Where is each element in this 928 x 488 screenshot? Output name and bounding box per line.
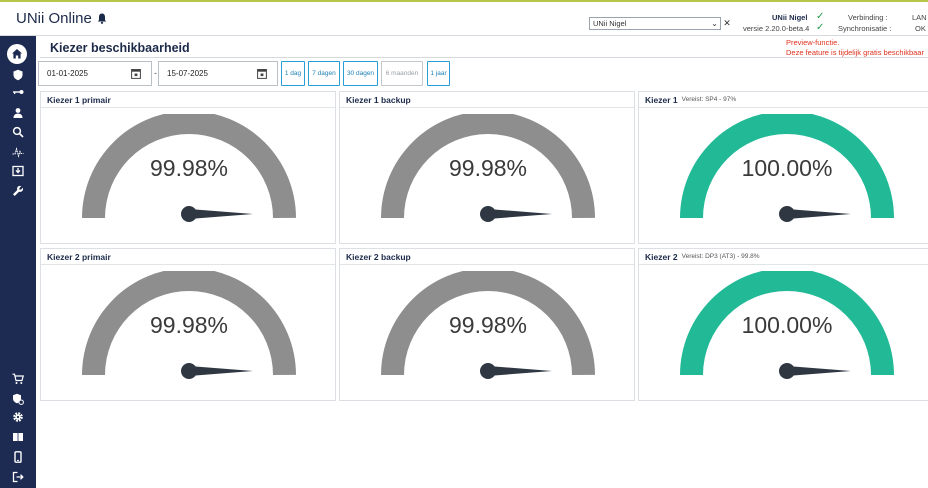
card-subtitle: Vereist: DP3 (AT3) - 99.8% [681,253,760,260]
version-status-check-icon: ✓ [816,22,825,33]
gauge-needle [787,366,851,376]
date-to-input[interactable]: 15-07-2025 [158,61,278,86]
card-header: Kiezer 1 primair [41,92,335,108]
card-header: Kiezer 2 Vereist: DP3 (AT3) - 99.8% [639,249,928,265]
gauge-value-label: 99.98% [449,155,527,181]
site-name: UNii Nigel [772,13,808,22]
activity-icon[interactable] [9,144,27,160]
gauge-value-label: 99.98% [150,312,228,338]
gauge-needle [787,209,851,219]
card-title: Kiezer 1 backup [346,94,411,105]
card-title: Kiezer 1 primair [47,94,111,105]
cart-icon[interactable] [9,371,27,387]
connection-label: Verbinding : [848,13,888,22]
user-icon[interactable] [9,105,27,121]
gauge-chart: 99.98% [82,271,296,379]
range-1-year-button[interactable]: 1 jaar [427,61,450,86]
gauge-needle-hub [779,363,795,379]
gauge-value-label: 100.00% [742,312,833,338]
home-icon[interactable] [7,44,27,64]
connection-value: LAN [912,13,927,22]
search-icon[interactable] [9,124,27,140]
card-title: Kiezer 2 primair [47,251,111,262]
gauge-chart: 99.98% [82,114,296,222]
logout-icon[interactable] [9,469,27,485]
calendar-icon[interactable] [131,68,141,79]
preview-notice-text: Deze feature is tijdelijk gratis beschik… [786,48,924,57]
sidebar [0,36,36,488]
gauge-chart: 99.98% [381,271,595,379]
card-header: Kiezer 1 Vereist: SP4 - 97% [639,92,928,108]
gauge-card: Kiezer 1 backup 99.98% [339,91,635,244]
gauge-card: Kiezer 2 primair 99.98% [40,248,336,401]
card-header: Kiezer 1 backup [340,92,634,108]
card-title: Kiezer 2 [645,251,678,262]
clear-site-button[interactable]: ✕ [722,18,732,28]
gauge-card: Kiezer 1 primair 99.98% [40,91,336,244]
app-title: UNii Online [16,10,92,27]
date-from-value: 01-01-2025 [47,69,88,78]
shield-settings-icon[interactable] [9,391,27,407]
gear-icon[interactable] [9,409,27,425]
divider [40,57,928,58]
top-bar: UNii Online UNii Nigel ⌄ ✕ UNii Nigel ve… [0,2,928,36]
page-title: Kiezer beschikbaarheid [50,41,190,55]
chevron-down-icon: ⌄ [711,19,718,28]
card-title: Kiezer 2 backup [346,251,411,262]
date-separator: - [154,68,157,78]
range-1-day-button[interactable]: 1 dag [281,61,305,86]
card-subtitle: Vereist: SP4 - 97% [681,96,737,103]
site-status-check-icon: ✓ [816,11,825,22]
gauge-needle-hub [181,206,197,222]
gauge-needle-hub [480,206,496,222]
site-select-value: UNii Nigel [593,19,627,28]
download-icon[interactable] [9,163,27,179]
gauge-card: Kiezer 2 Vereist: DP3 (AT3) - 99.8% 100.… [638,248,928,401]
shield-icon[interactable] [9,67,27,83]
sync-label: Synchronisatie : [838,24,892,33]
gauge-needle-hub [480,363,496,379]
gauge-value-label: 99.98% [150,155,228,181]
range-7-days-button[interactable]: 7 dagen [308,61,340,86]
date-to-value: 15-07-2025 [167,69,208,78]
preview-notice-title: Preview-functie. [786,38,840,47]
gauge-card: Kiezer 2 backup 99.98% [339,248,635,401]
book-icon[interactable] [9,429,27,445]
gauge-needle [189,366,253,376]
gauge-needle [189,209,253,219]
gauge-card: Kiezer 1 Vereist: SP4 - 97% 100.00% [638,91,928,244]
version-label: versie 2.20.0-beta.4 [743,24,810,33]
site-select[interactable]: UNii Nigel ⌄ [589,17,721,30]
key-icon[interactable] [9,84,27,100]
gauge-needle-hub [779,206,795,222]
gauge-chart: 100.00% [680,271,894,379]
gauge-value-label: 99.98% [449,312,527,338]
calendar-icon[interactable] [257,68,267,79]
bell-icon[interactable] [97,13,107,24]
card-header: Kiezer 2 primair [41,249,335,265]
range-6-months-button[interactable]: 6 maanden [381,61,423,86]
range-30-days-button[interactable]: 30 dagen [343,61,378,86]
gauge-value-label: 100.00% [742,155,833,181]
sync-value: OK [915,24,926,33]
gauge-needle-hub [181,363,197,379]
gauge-needle [488,209,552,219]
phone-icon[interactable] [9,449,27,465]
wrench-icon[interactable] [9,183,27,199]
gauge-needle [488,366,552,376]
app-brand[interactable]: UNii Online [16,10,107,27]
date-from-input[interactable]: 01-01-2025 [38,61,152,86]
card-title: Kiezer 1 [645,94,678,105]
gauge-chart: 99.98% [381,114,595,222]
gauge-chart: 100.00% [680,114,894,222]
card-header: Kiezer 2 backup [340,249,634,265]
